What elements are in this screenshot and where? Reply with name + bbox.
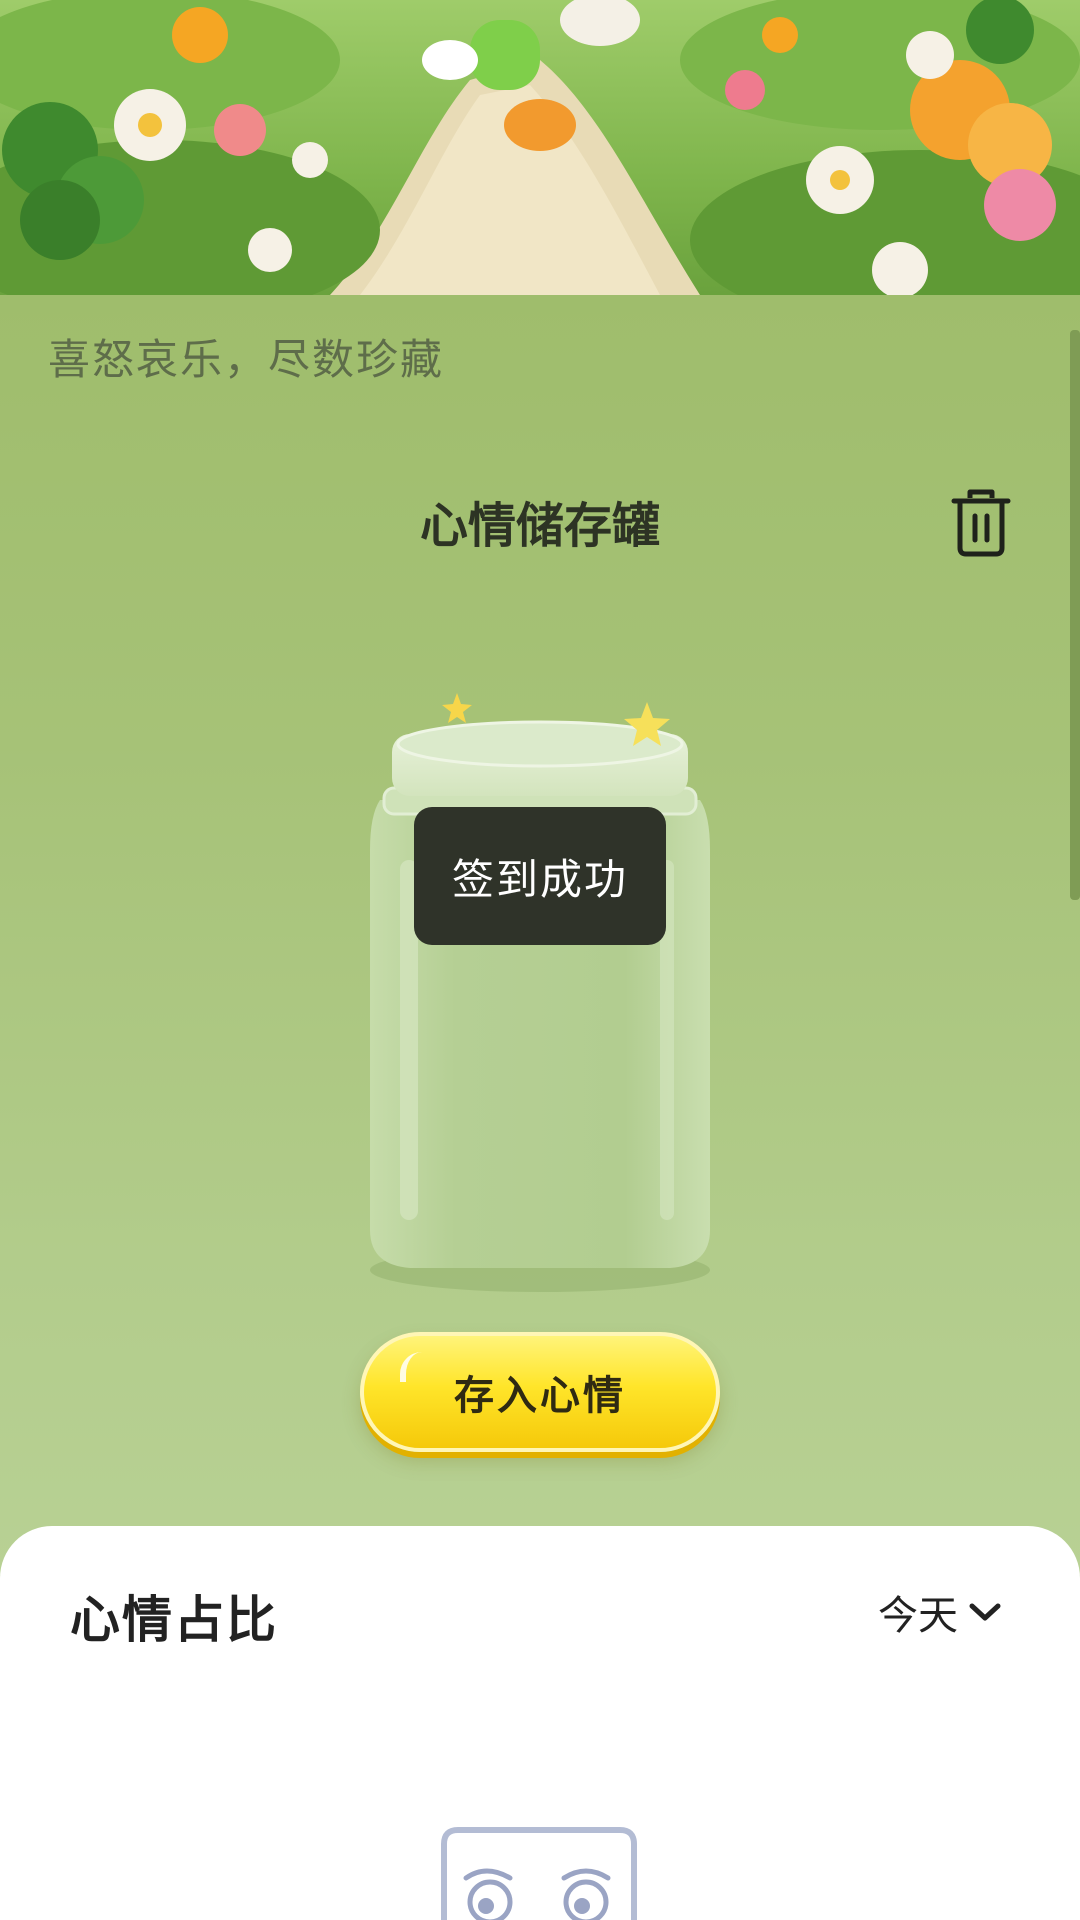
mood-jar — [350, 690, 730, 1300]
flower-field-illustration — [0, 0, 1080, 295]
page-title: 心情储存罐 — [419, 498, 660, 554]
star-icon — [442, 693, 472, 723]
scroll-indicator[interactable] — [1070, 330, 1080, 900]
chevron-down-icon — [969, 1603, 1001, 1621]
hero-illustration — [0, 0, 1080, 295]
mood-ratio-title: 心情占比 — [70, 1591, 278, 1649]
period-dropdown[interactable]: 今天 — [878, 1584, 1002, 1640]
deposit-mood-label: 存入心情 — [454, 1373, 626, 1419]
empty-state-face-icon — [436, 1826, 642, 1920]
tagline: 喜怒哀乐，尽数珍藏 — [48, 335, 445, 384]
button-shine — [400, 1352, 422, 1382]
deposit-mood-button[interactable]: 存入心情 — [360, 1332, 720, 1452]
period-label: 今天 — [878, 1593, 958, 1639]
checkin-success-toast: 签到成功 — [414, 807, 666, 945]
trash-button[interactable] — [950, 488, 1012, 558]
trash-icon — [951, 489, 1011, 557]
